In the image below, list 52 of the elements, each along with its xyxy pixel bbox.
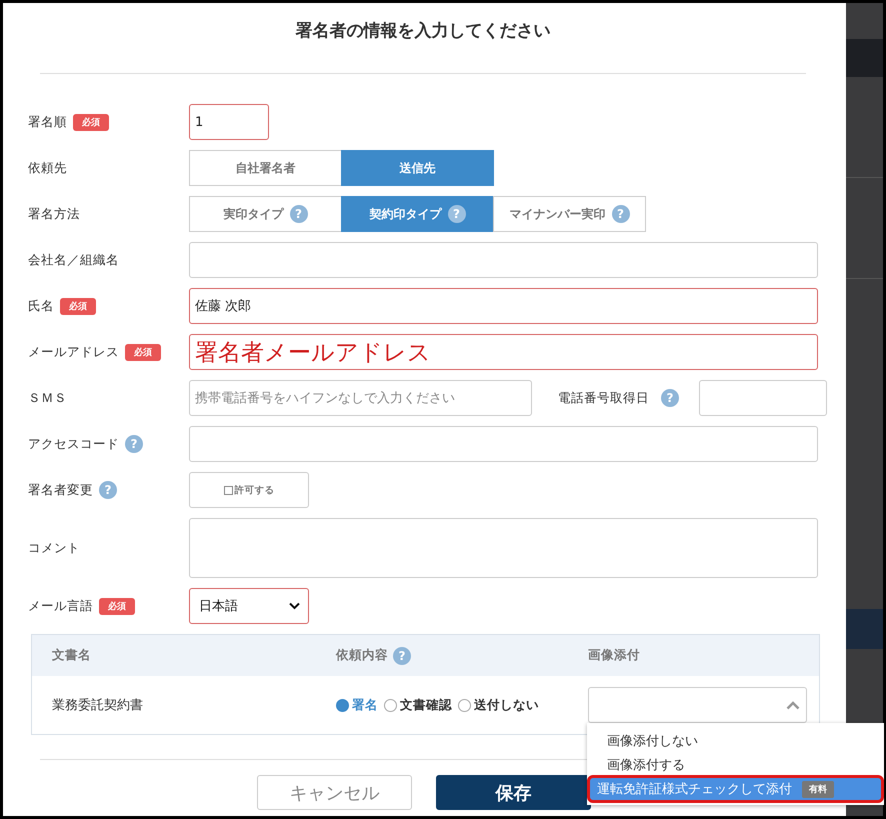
field-label: 署名順 (28, 114, 67, 130)
input-field[interactable]: 署名者メールアドレス (189, 334, 818, 370)
field-label: コメント (28, 540, 80, 556)
backdrop-panel (846, 609, 883, 649)
input-field[interactable]: 携帯電話番号をハイフンなしで入力ください (189, 380, 532, 416)
radio-option[interactable]: 送付しない (458, 696, 539, 714)
language-select[interactable]: 日本語 (189, 588, 309, 624)
option-label: 自社署名者 (236, 160, 296, 176)
field-label: メールアドレス (28, 344, 119, 360)
field-label: アクセスコード (28, 436, 119, 452)
dropdown-option[interactable]: 画像添付しない (587, 729, 884, 753)
field-label: 依頼先 (28, 160, 67, 176)
checkbox-button[interactable]: 許可する (189, 472, 309, 508)
paid-badge: 有料 (802, 780, 834, 798)
option-label: 送信先 (400, 160, 436, 176)
dropdown-option[interactable]: 画像添付する (587, 753, 884, 777)
field-label: 署名方法 (28, 206, 80, 222)
column-header: 依頼内容 (336, 647, 388, 664)
dialog-title: 署名者の情報を入力してください (296, 20, 550, 42)
input-field[interactable] (189, 426, 818, 462)
field-label: 電話番号取得日 (558, 390, 649, 406)
column-header: 画像添付 (588, 647, 640, 664)
required-badge: 必須 (60, 298, 96, 314)
field-label: ＳＭＳ (28, 390, 67, 406)
required-badge: 必須 (73, 114, 109, 130)
field-label: メール言語 (28, 598, 93, 614)
column-header: 文書名 (52, 647, 91, 664)
attachment-select[interactable] (588, 687, 807, 723)
field-label: 署名者変更 (28, 482, 93, 498)
segment-option[interactable]: 送信先 (341, 150, 494, 186)
radio-option[interactable]: 署名 (336, 696, 378, 714)
required-badge: 必須 (125, 344, 161, 360)
input-field[interactable] (189, 242, 818, 278)
option-label: マイナンバー実印 (510, 206, 606, 222)
input-field[interactable]: 佐藤 次郎 (189, 288, 818, 324)
field-label: 会社名／組織名 (28, 252, 119, 268)
input-field[interactable]: 1 (189, 104, 269, 140)
dropdown-option[interactable]: 運転免許証様式チェックして添付 有料 (589, 777, 882, 801)
required-badge: 必須 (99, 598, 135, 614)
cancel-button[interactable]: キャンセル (257, 775, 412, 810)
radio-option[interactable]: 文書確認 (384, 696, 452, 714)
chevron-icon (786, 700, 800, 710)
comment-field[interactable] (189, 518, 818, 578)
segment-option[interactable]: マイナンバー実印 ? (493, 196, 646, 232)
field-label: 氏名 (28, 298, 54, 314)
input-field[interactable] (699, 380, 827, 416)
backdrop-panel (846, 39, 883, 77)
option-label: 実印タイプ (224, 206, 284, 222)
document-name: 業務委託契約書 (52, 697, 143, 714)
option-label: 契約印タイプ (370, 206, 442, 222)
save-button[interactable]: 保存 (436, 775, 591, 810)
segment-option[interactable]: 契約印タイプ ? (341, 196, 494, 232)
